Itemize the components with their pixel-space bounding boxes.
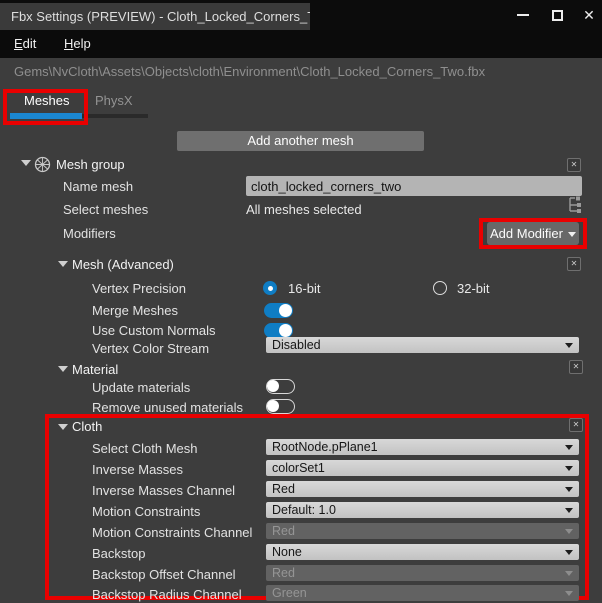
merge-meshes-toggle[interactable] [264,303,293,318]
toggle-knob [267,400,279,412]
dropdown-value: Default: 1.0 [272,503,336,517]
dropdown-value: RootNode.pPlane1 [272,440,378,454]
material-close-button[interactable]: ✕ [569,360,583,374]
mesh-advanced-close-button[interactable]: ✕ [567,257,581,271]
inactive-tab-underline [82,114,148,118]
motion-constraints-channel-dropdown: Red [266,523,579,539]
tab-meshes[interactable]: Meshes [24,93,70,108]
mesh-group-close-button[interactable]: ✕ [567,158,581,172]
radio-dot [268,286,273,291]
dropdown-arrow-icon [565,508,573,513]
radio-32bit-label: 32-bit [457,281,490,296]
toggle-knob [267,380,279,392]
radio-16bit-label: 16-bit [288,281,321,296]
dropdown-value: None [272,545,302,559]
radio-32bit[interactable] [433,281,447,295]
chevron-down-icon [568,232,576,237]
select-meshes-label: Select meshes [63,202,148,217]
minimize-button[interactable] [508,0,538,30]
toggle-knob [279,304,292,317]
backstop-offset-channel-label: Backstop Offset Channel [92,567,236,582]
dropdown-value: Red [272,482,295,496]
close-icon: ✕ [583,8,595,22]
maximize-button[interactable] [542,0,572,30]
tab-physx[interactable]: PhysX [95,93,133,108]
motion-constraints-label: Motion Constraints [92,504,200,519]
inverse-masses-channel-dropdown[interactable]: Red [266,481,579,497]
dropdown-arrow-icon [565,445,573,450]
vertex-color-stream-label: Vertex Color Stream [92,341,209,356]
menu-item-edit[interactable]: Edit [10,30,40,58]
mesh-group-title: Mesh group [56,157,125,172]
inverse-masses-label: Inverse Masses [92,462,183,477]
dropdown-arrow-icon [565,466,573,471]
dropdown-arrow-icon [565,591,573,596]
add-another-mesh-button[interactable]: Add another mesh [177,131,424,151]
dropdown-arrow-icon [565,487,573,492]
titlebar: Fbx Settings (PREVIEW) - Cloth_Locked_Co… [0,0,602,30]
cloth-close-button[interactable]: ✕ [569,418,583,432]
add-modifier-label: Add Modifier [490,226,563,241]
dropdown-value: Red [272,566,295,580]
motion-constraints-dropdown[interactable]: Default: 1.0 [266,502,579,518]
file-path: Gems\NvCloth\Assets\Objects\cloth\Enviro… [14,64,485,79]
material-title: Material [72,362,118,377]
window-title: Fbx Settings (PREVIEW) - Cloth_Locked_Co… [0,3,310,30]
maximize-icon [552,10,563,21]
active-tab-underline [10,113,82,119]
backstop-dropdown[interactable]: None [266,544,579,560]
dropdown-arrow-icon [565,529,573,534]
menubar: Edit Help [0,30,602,58]
name-mesh-input[interactable] [246,176,582,196]
mesh-group-expander[interactable] [21,160,31,166]
hierarchy-picker-icon[interactable] [564,196,584,216]
use-custom-normals-label: Use Custom Normals [92,323,216,338]
toggle-knob [279,324,292,337]
dropdown-value: Red [272,524,295,538]
select-meshes-value: All meshes selected [246,202,362,217]
select-cloth-mesh-dropdown[interactable]: RootNode.pPlane1 [266,439,579,455]
backstop-offset-channel-dropdown: Red [266,565,579,581]
menu-item-help[interactable]: Help [60,30,95,58]
dropdown-value: Disabled [272,338,321,352]
vertex-color-stream-dropdown[interactable]: Disabled [266,337,579,353]
dropdown-arrow-icon [565,343,573,348]
mesh-sphere-icon [34,156,51,173]
backstop-label: Backstop [92,546,145,561]
mesh-advanced-expander[interactable] [58,261,68,267]
mesh-advanced-title: Mesh (Advanced) [72,257,174,272]
merge-meshes-label: Merge Meshes [92,303,178,318]
modifiers-label: Modifiers [63,226,116,241]
fbx-settings-window: Fbx Settings (PREVIEW) - Cloth_Locked_Co… [0,0,602,603]
minimize-icon [517,14,529,16]
dropdown-arrow-icon [565,550,573,555]
remove-unused-materials-label: Remove unused materials [92,400,243,415]
close-button[interactable]: ✕ [574,0,602,30]
name-mesh-label: Name mesh [63,179,133,194]
radio-16bit[interactable] [263,281,277,295]
cloth-expander[interactable] [58,424,68,430]
backstop-radius-channel-label: Backstop Radius Channel [92,587,242,602]
inverse-masses-channel-label: Inverse Masses Channel [92,483,235,498]
remove-unused-materials-toggle[interactable] [266,399,295,414]
backstop-radius-channel-dropdown: Green [266,585,579,601]
material-expander[interactable] [58,366,68,372]
dropdown-value: Green [272,586,307,600]
update-materials-toggle[interactable] [266,379,295,394]
select-cloth-mesh-label: Select Cloth Mesh [92,441,198,456]
dropdown-value: colorSet1 [272,461,325,475]
inverse-masses-dropdown[interactable]: colorSet1 [266,460,579,476]
vertex-precision-label: Vertex Precision [92,281,186,296]
motion-constraints-channel-label: Motion Constraints Channel [92,525,252,540]
add-modifier-button[interactable]: Add Modifier [487,222,579,245]
update-materials-label: Update materials [92,380,190,395]
cloth-title: Cloth [72,419,102,434]
dropdown-arrow-icon [565,571,573,576]
use-custom-normals-toggle[interactable] [264,323,293,338]
